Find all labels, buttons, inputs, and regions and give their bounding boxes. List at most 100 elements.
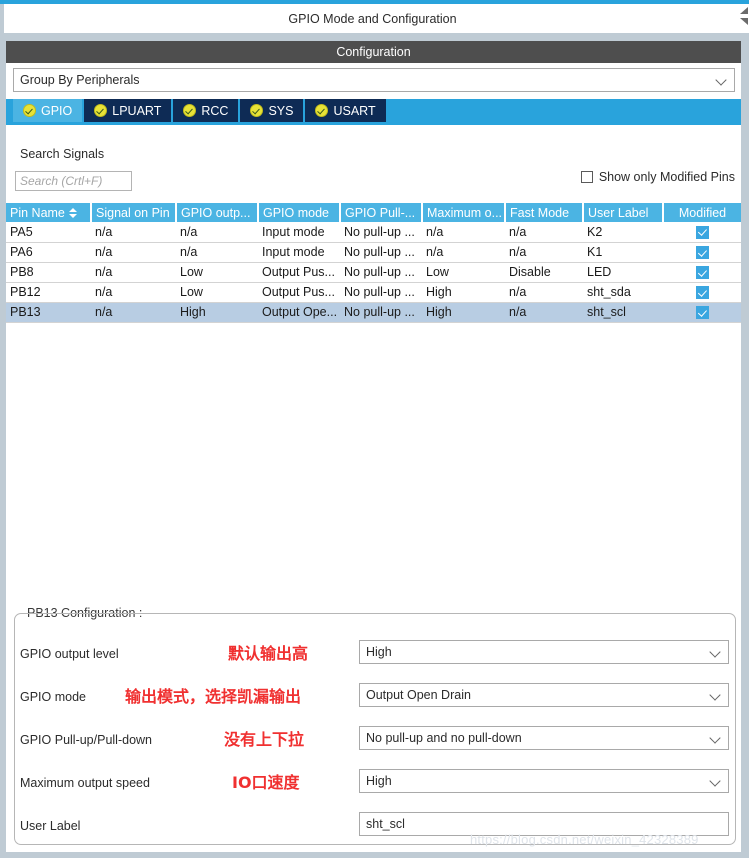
cell-signal-on-pin: n/a [91,262,176,283]
cell-pin-name: PA6 [6,242,91,263]
pin-table-header-row: Pin Name Signal on Pin GPIO outp... GPIO mo… [6,203,741,222]
checkbox-checked-icon[interactable] [695,225,709,239]
cell-gpio-pull: No pull-up ... [340,242,422,263]
user-label-input[interactable] [359,812,729,836]
cell-fast-mode: n/a [505,242,583,263]
tab-label: SYS [268,103,294,118]
cell-max-output: Low [422,262,505,283]
cell-modified[interactable] [663,222,741,243]
cell-gpio-output: Low [176,282,258,303]
titlebar-scroll-arrows[interactable] [740,4,749,33]
cell-user-label: K1 [583,242,663,263]
cell-gpio-mode: Output Ope... [258,302,340,323]
config-field-label: GPIO mode [20,690,86,704]
checkbox-checked-icon[interactable] [695,246,709,260]
cell-max-output: n/a [422,222,505,243]
checkbox-checked-icon[interactable] [695,266,709,280]
column-header-label: GPIO Pull-... [345,205,416,220]
tab-sys[interactable]: SYS [240,99,304,122]
column-header-gpio-outp[interactable]: GPIO outp... [176,203,259,222]
cell-gpio-mode: Output Pus... [258,262,340,283]
column-header-fast-mode[interactable]: Fast Mode [505,203,584,222]
tab-label: USART [333,103,376,118]
config-row-gpio-pull-up-pull-down: GPIO Pull-up/Pull-down 没有上下拉 No pull-up an… [0,726,749,754]
cell-gpio-mode: Input mode [258,242,340,263]
cell-signal-on-pin: n/a [91,222,176,243]
configuration-section-header: Configuration [6,41,741,63]
column-header-maximum-o[interactable]: Maximum o... [422,203,506,222]
column-header-label: User Label [588,205,649,220]
configuration-section-label: Configuration [336,45,411,59]
cell-gpio-mode: Output Pus... [258,282,340,303]
search-input[interactable] [15,171,132,191]
column-header-signal-on-pin[interactable]: Signal on Pin [91,203,177,222]
cell-modified[interactable] [663,302,741,323]
check-circle-icon [94,104,108,117]
column-header-label: Fast Mode [510,205,570,220]
chevron-down-icon [710,775,722,787]
cell-gpio-output: High [176,302,258,323]
cell-modified[interactable] [663,262,741,283]
column-header-gpio-mode[interactable]: GPIO mode [258,203,341,222]
annotation-note: 默认输出高 [228,644,309,663]
chevron-down-icon [710,646,722,658]
column-header-label: Pin Name [10,205,65,220]
cell-pin-name: PB12 [6,282,91,303]
tab-usart[interactable]: USART [305,99,386,122]
config-field-label: GPIO output level [20,647,119,661]
chevron-down-icon [710,689,722,701]
tab-rcc[interactable]: RCC [173,99,239,122]
column-header-gpio-pull[interactable]: GPIO Pull-... [340,203,423,222]
table-row[interactable]: PA6 n/a n/a Input mode No pull-up ... n/a n/a K… [6,242,741,263]
config-field-dropdown[interactable]: No pull-up and no pull-down [359,726,729,750]
check-circle-icon [250,104,264,117]
check-circle-icon [315,104,329,117]
cell-signal-on-pin: n/a [91,242,176,263]
sort-updown-icon[interactable] [68,207,78,219]
tab-gpio[interactable]: GPIO [13,99,83,122]
peripheral-tabstrip: GPIO LPUART RCC SYS USART [6,99,741,125]
cell-max-output: High [422,282,505,303]
table-row[interactable]: PB12 n/a Low Output Pus... No pull-up ... Hig… [6,282,741,303]
check-circle-icon [183,104,197,117]
config-row-gpio-output-level: GPIO output level 默认输出高 High [0,640,749,668]
cell-fast-mode: n/a [505,302,583,323]
checkbox-checked-icon[interactable] [695,286,709,300]
column-header-label: Maximum o... [427,205,503,220]
config-field-value: High [366,774,392,788]
table-row[interactable]: PB13 n/a High Output Ope... No pull-up ... Hi… [6,302,741,323]
table-row[interactable]: PA5 n/a n/a Input mode No pull-up ... n/a n/a K… [6,222,741,243]
cell-user-label: K2 [583,222,663,243]
cell-gpio-pull: No pull-up ... [340,282,422,303]
config-field-value: No pull-up and no pull-down [366,731,522,745]
tab-lpuart[interactable]: LPUART [84,99,172,122]
annotation-note: 输出模式，选择凯漏输出 [125,687,302,706]
table-row[interactable]: PB8 n/a Low Output Pus... No pull-up ... Low D… [6,262,741,283]
column-header-pin-name[interactable]: Pin Name [6,203,92,222]
cell-modified[interactable] [663,282,741,303]
checkbox-checked-icon[interactable] [695,306,709,320]
config-field-dropdown[interactable]: High [359,640,729,664]
column-header-label: GPIO mode [263,205,329,220]
config-row-gpio-mode: GPIO mode 输出模式，选择凯漏输出 Output Open Drain [0,683,749,711]
cell-modified[interactable] [663,242,741,263]
column-header-modified[interactable]: Modified [663,203,741,222]
annotation-note: 没有上下拉 [224,730,305,749]
cell-pin-name: PB8 [6,262,91,283]
group-by-value: Group By Peripherals [20,73,140,87]
tab-label: LPUART [112,103,162,118]
cell-gpio-output: Low [176,262,258,283]
annotation-note: IO口速度 [232,773,300,792]
window-title-bar: GPIO Mode and Configuration [4,4,741,33]
group-by-dropdown[interactable]: Group By Peripherals [13,68,735,92]
column-header-label: Modified [678,205,727,220]
column-header-user-label[interactable]: User Label [583,203,664,222]
cell-signal-on-pin: n/a [91,302,176,323]
search-signals-label: Search Signals [20,147,105,161]
cell-max-output: High [422,302,505,323]
config-field-label: Maximum output speed [20,776,150,790]
show-only-modified-pins-checkbox[interactable]: Show only Modified Pins [580,170,735,184]
config-field-dropdown[interactable]: Output Open Drain [359,683,729,707]
checkbox-unchecked-icon [580,171,593,183]
config-field-dropdown[interactable]: High [359,769,729,793]
